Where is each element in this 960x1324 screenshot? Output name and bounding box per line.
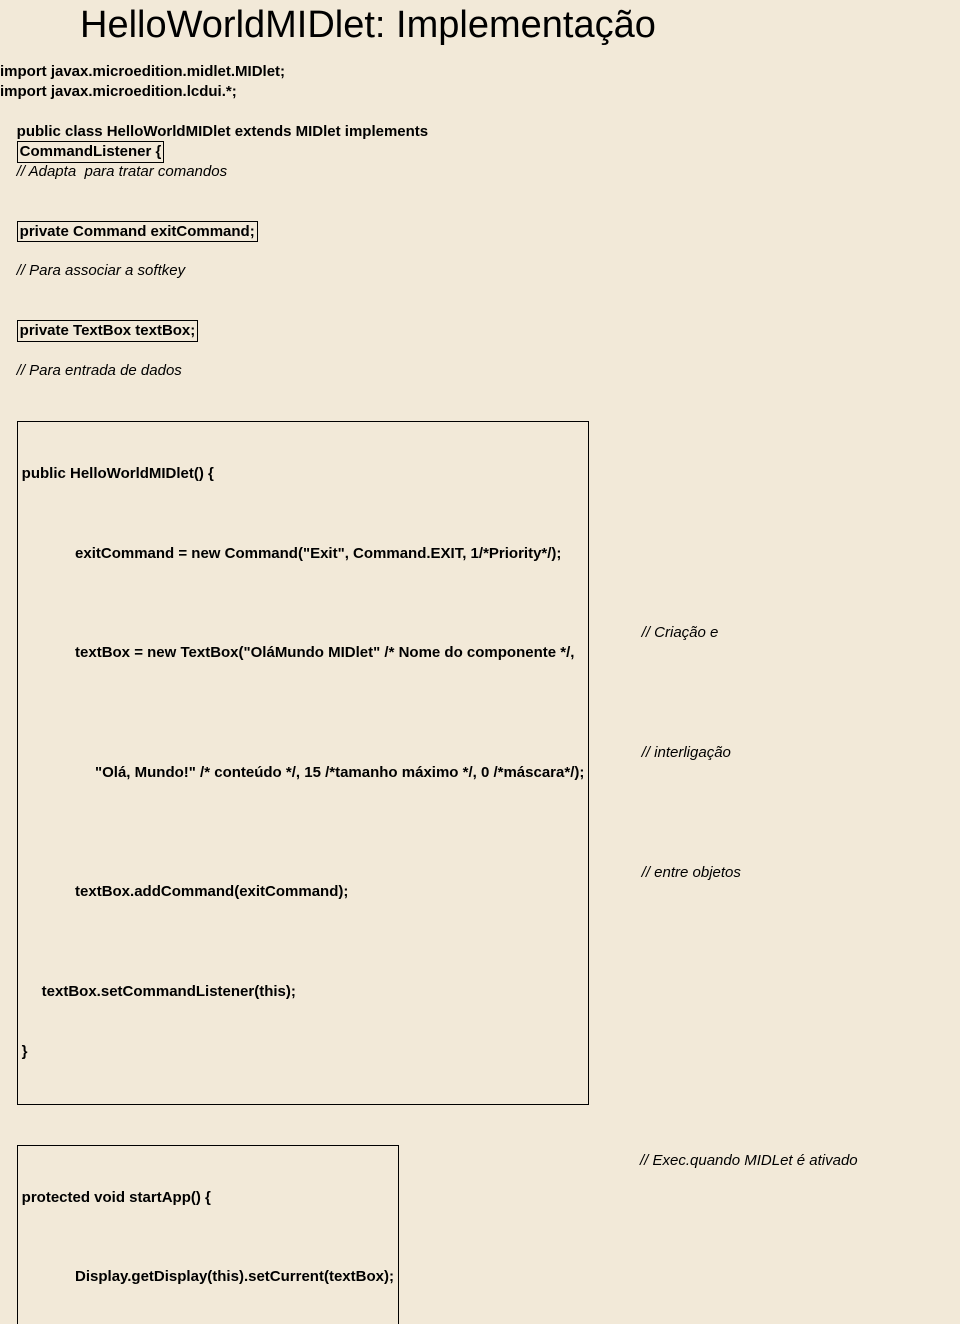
comment: // Exec.quando MIDLet é ativado [640, 1151, 858, 1171]
comment: // entre objetos [642, 863, 741, 883]
code-text: textBox.addCommand(exitCommand); [75, 883, 348, 900]
code-text: protected void startApp() { [22, 1188, 394, 1208]
code-line: protected void startApp() { Display.getD… [0, 1125, 960, 1324]
comment: // interligação [642, 743, 731, 763]
code-text: Display.getDisplay(this).setCurrent(text… [75, 1268, 394, 1285]
highlight-box: public HelloWorldMIDlet() { exitCommand … [17, 421, 590, 1105]
highlight-box: protected void startApp() { Display.getD… [17, 1145, 399, 1324]
highlight-box: private Command exitCommand; [17, 221, 258, 243]
code-text: textBox.setCommandListener(this); [42, 982, 585, 1002]
highlight-box: private TextBox textBox; [17, 320, 199, 342]
code-line: import javax.microedition.lcdui.*; [0, 82, 960, 102]
highlight-box: CommandListener { [17, 141, 165, 163]
code-text: public class HelloWorldMIDlet extends MI… [17, 123, 428, 140]
code-text: "Olá, Mundo!" /* conteúdo */, 15 /*taman… [95, 764, 584, 781]
code-line: import javax.microedition.midlet.MIDlet; [0, 62, 960, 82]
code-text: public HelloWorldMIDlet() { [22, 464, 585, 484]
code-text: } [22, 1042, 585, 1062]
page-title: HelloWorldMIDlet: Implementação [80, 4, 656, 47]
code-line: public class HelloWorldMIDlet extends MI… [0, 102, 960, 202]
code-text: textBox = new TextBox("OláMundo MIDlet" … [75, 644, 579, 661]
comment: // Criação e [642, 623, 719, 643]
comment: // Para associar a softkey [17, 262, 185, 279]
code-block: import javax.microedition.midlet.MIDlet;… [0, 62, 960, 1324]
code-line: public HelloWorldMIDlet() { exitCommand … [0, 401, 960, 1125]
comment: // Adapta para tratar comandos [17, 163, 227, 180]
code-line: private TextBox textBox; // Para entrada… [0, 301, 960, 401]
code-line: private Command exitCommand; // Para ass… [0, 202, 960, 302]
code-text: exitCommand = new Command("Exit", Comman… [75, 545, 561, 562]
comment: // Para entrada de dados [17, 362, 182, 379]
